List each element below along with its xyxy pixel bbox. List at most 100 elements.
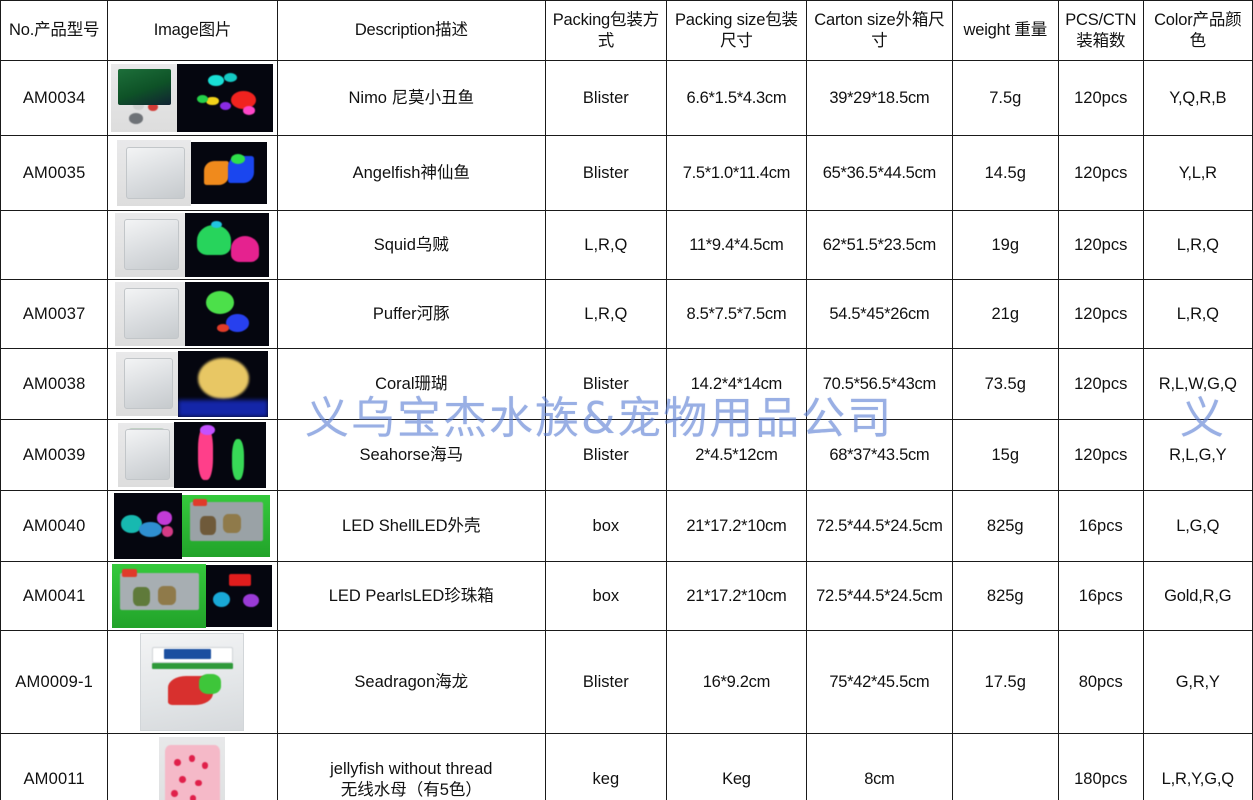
product-photo-glow-icon [191,142,268,204]
product-thumbnail-group [111,633,273,731]
column-header-packing-size: Packing size包装尺寸 [665,0,808,61]
cell-packing: L,R,Q [544,279,667,349]
product-thumbnail-group [111,213,273,277]
product-thumbnail-group [111,736,273,800]
cell-product-no: AM0011 [0,733,109,800]
cell-packing: box [544,490,667,562]
table-row: AM0041 LED PearlsLED珍珠箱 box 21*17.2*10cm… [0,561,1253,631]
cell-weight: 73.5g [951,348,1059,420]
cell-product-image [107,60,278,136]
cell-weight: 825g [951,490,1059,562]
product-photo-glow-icon [178,351,269,417]
cell-product-no: AM0039 [0,419,109,491]
column-header-no: No.产品型号 [0,0,109,61]
cell-pcs-ctn: 120pcs [1057,279,1144,349]
cell-color: L,R,Q [1142,210,1253,280]
table-row: AM0040 LED ShellLED外壳 box 21*17.2*10cm 7… [0,490,1253,562]
spreadsheet-canvas: No.产品型号 Image图片 Description描述 Packing包装方… [0,0,1253,800]
cell-packing-size: 8.5*7.5*7.5cm [665,279,808,349]
cell-packing: Blister [544,135,667,211]
table-row: AM0038 Coral珊瑚 Blister 14.2*4*14cm 70.5*… [0,348,1253,420]
column-header-color: Color产品颜色 [1142,0,1253,61]
cell-product-no: AM0035 [0,135,109,211]
cell-pcs-ctn: 16pcs [1057,561,1144,631]
product-thumbnail-group [111,64,274,132]
cell-pcs-ctn: 120pcs [1057,348,1144,420]
table-row: AM0009-1 Seadragon海龙 Blister 16*9.2cm 75… [0,630,1253,734]
cell-product-image [107,419,278,491]
cell-weight [951,733,1059,800]
header-row: No.产品型号 Image图片 Description描述 Packing包装方… [0,0,1253,61]
cell-carton-size: 39*29*18.5cm [806,60,953,136]
product-photo-packaged-icon [117,140,192,206]
column-header-image: Image图片 [107,0,278,61]
cell-packing: keg [544,733,667,800]
cell-packing: Blister [544,60,667,136]
cell-product-image [107,279,278,349]
table-body: AM0034 Nimo 尼莫小丑鱼 Blister 6.6*1.5*4.3cm … [0,60,1253,800]
product-photo-glow-icon [185,282,270,346]
table-row: Squid乌贼 L,R,Q 11*9.4*4.5cm 62*51.5*23.5c… [0,210,1253,280]
cell-product-no: AM0041 [0,561,109,631]
cell-packing-size: 6.6*1.5*4.3cm [665,60,808,136]
cell-color: G,R,Y [1142,630,1253,734]
cell-color: Y,Q,R,B [1142,60,1253,136]
cell-product-no: AM0040 [0,490,109,562]
table-row: AM0011 jellyfish without thread 无线水母（有5色… [0,733,1253,800]
product-photo-glow-icon [177,64,274,132]
cell-description: Nimo 尼莫小丑鱼 [276,60,546,136]
cell-product-no: AM0037 [0,279,109,349]
cell-product-image [107,210,278,280]
product-thumbnail-group [111,493,273,559]
product-photo-glow-icon [174,422,267,488]
cell-weight: 17.5g [951,630,1059,734]
cell-pcs-ctn: 120pcs [1057,60,1144,136]
cell-carton-size: 72.5*44.5*24.5cm [806,561,953,631]
cell-product-no: AM0009-1 [0,630,109,734]
cell-description: Angelfish神仙鱼 [276,135,546,211]
cell-packing-size: 11*9.4*4.5cm [665,210,808,280]
cell-weight: 7.5g [951,60,1059,136]
product-thumbnail-group [111,140,273,206]
cell-weight: 825g [951,561,1059,631]
cell-description: Seahorse海马 [276,419,546,491]
cell-color: L,R,Y,G,Q [1142,733,1253,800]
cell-packing-size: 7.5*1.0*11.4cm [665,135,808,211]
cell-packing-size: 16*9.2cm [665,630,808,734]
column-header-carton-size: Carton size外箱尺寸 [806,0,953,61]
product-photo-packaged-icon [118,423,175,487]
cell-packing: Blister [544,348,667,420]
cell-description: jellyfish without thread 无线水母（有5色） [276,733,546,800]
cell-color: Gold,R,G [1142,561,1253,631]
product-photo-packaged-icon [115,282,186,346]
product-photo-packaged-icon [115,213,186,277]
product-photo-boxed-icon [182,495,271,557]
cell-carton-size: 62*51.5*23.5cm [806,210,953,280]
description-line-1: jellyfish without thread [330,759,493,778]
column-header-description: Description描述 [276,0,546,61]
product-photo-packaged-icon [116,352,179,416]
column-header-weight: weight 重量 [951,0,1059,61]
cell-color: R,L,W,G,Q [1142,348,1253,420]
cell-product-no: AM0038 [0,348,109,420]
cell-product-image [107,490,278,562]
cell-description: Seadragon海龙 [276,630,546,734]
product-catalog-table: No.产品型号 Image图片 Description描述 Packing包装方… [0,0,1253,800]
cell-packing-size: 21*17.2*10cm [665,490,808,562]
cell-pcs-ctn: 80pcs [1057,630,1144,734]
cell-color: L,R,Q [1142,279,1253,349]
cell-carton-size: 75*42*45.5cm [806,630,953,734]
cell-description: Squid乌贼 [276,210,546,280]
cell-product-image [107,135,278,211]
cell-carton-size: 72.5*44.5*24.5cm [806,490,953,562]
product-photo-boxed-icon [112,564,207,628]
cell-description: Puffer河豚 [276,279,546,349]
cell-weight: 14.5g [951,135,1059,211]
product-photo-packaged-icon [111,64,178,132]
product-thumbnail-group [111,351,273,417]
cell-weight: 19g [951,210,1059,280]
table-row: AM0035 Angelfish神仙鱼 Blister 7.5*1.0*11.4… [0,135,1253,211]
cell-product-image [107,630,278,734]
cell-description: LED PearlsLED珍珠箱 [276,561,546,631]
cell-weight: 21g [951,279,1059,349]
